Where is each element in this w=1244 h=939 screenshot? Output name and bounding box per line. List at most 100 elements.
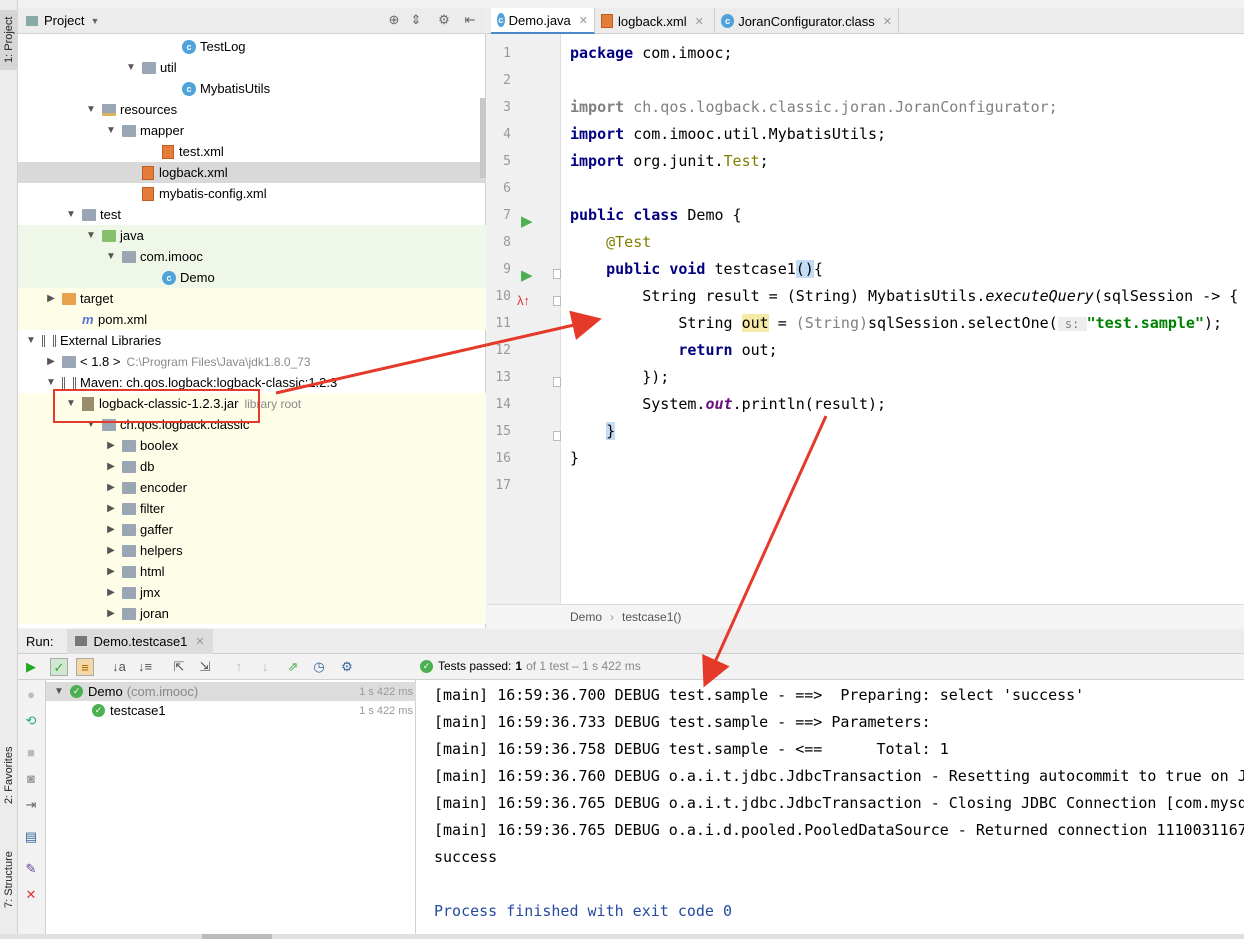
fold-icon[interactable] [553, 269, 561, 279]
project-tree-item[interactable]: c TestLog [18, 36, 486, 57]
run-class-icon[interactable]: ▶ [521, 212, 533, 230]
project-tree-item[interactable]: ▶ encoder [18, 477, 486, 498]
chevron-right-icon[interactable]: ▶ [104, 461, 118, 472]
fold-icon[interactable] [553, 377, 561, 387]
project-tree-item[interactable]: test.xml [18, 141, 486, 162]
camera-icon[interactable]: ◙ [22, 770, 40, 788]
close-icon[interactable]: ✕ [22, 886, 40, 904]
project-tree-item[interactable]: c MybatisUtils [18, 78, 486, 99]
chevron-right-icon[interactable]: ▶ [104, 440, 118, 451]
project-tree-item[interactable]: ▶ db [18, 456, 486, 477]
chevron-down-icon[interactable]: ▼ [124, 62, 138, 73]
chevron-right-icon[interactable]: ▶ [104, 482, 118, 493]
show-ignored-icon[interactable]: ≡ [76, 658, 94, 676]
chevron-down-icon[interactable]: ▼ [84, 230, 98, 241]
export-icon[interactable]: ⇗ [284, 658, 302, 676]
chevron-down-icon[interactable]: ▼ [52, 686, 66, 697]
breadcrumb-item[interactable]: testcase1() [622, 610, 681, 624]
import-icon[interactable]: ⇥ [22, 796, 40, 814]
chevron-down-icon[interactable]: ▼ [44, 377, 58, 388]
project-tree-item[interactable]: ▶ boolex [18, 435, 486, 456]
expand-all-icon[interactable]: ⇱ [170, 658, 188, 676]
project-tree-item[interactable]: ▼ test [18, 204, 486, 225]
test-suite-row[interactable]: ▼ ✓ Demo (com.imooc) 1 s 422 ms [46, 682, 416, 701]
project-tree-item[interactable]: c Demo [18, 267, 486, 288]
chevron-down-icon[interactable]: ▼ [64, 398, 78, 409]
project-tree-item[interactable]: ▶ joran [18, 603, 486, 624]
scrollbar-thumb[interactable] [202, 934, 272, 939]
pin-icon[interactable]: ✎ [22, 860, 40, 878]
project-tree-item[interactable]: ▶ target [18, 288, 486, 309]
chevron-right-icon[interactable]: ▶ [44, 293, 58, 304]
close-icon[interactable]: ✕ [883, 15, 892, 28]
next-icon[interactable]: ↓ [256, 658, 274, 676]
project-tree-item[interactable]: ▶ jmx [18, 582, 486, 603]
structure-tool-tab[interactable]: 7: Structure [0, 840, 18, 920]
project-tree-item[interactable]: ▼ mapper [18, 120, 486, 141]
project-title[interactable]: Project [44, 13, 84, 28]
show-passed-icon[interactable]: ✓ [50, 658, 68, 676]
collapse-all-icon[interactable]: ⇲ [196, 658, 214, 676]
hide-icon[interactable]: ⇤ [462, 12, 478, 28]
rerun-failed-icon[interactable]: ● [22, 686, 40, 704]
project-tree-item[interactable]: ▼ logback-classic-1.2.3.jar library root [18, 393, 486, 414]
project-tree-item[interactable]: ▼ Maven: ch.qos.logback:logback-classic:1… [18, 372, 486, 393]
chevron-down-icon[interactable]: ▼ [90, 16, 99, 26]
toggle-auto-test-icon[interactable]: ⟲ [22, 712, 40, 730]
project-tree-item[interactable]: ▼ util [18, 57, 486, 78]
chevron-down-icon[interactable]: ▼ [64, 209, 78, 220]
console-output[interactable]: [main] 16:59:36.700 DEBUG test.sample - … [417, 680, 1244, 935]
chevron-right-icon[interactable]: ▶ [104, 545, 118, 556]
project-tree-item[interactable]: logback.xml [18, 162, 486, 183]
project-tree-item[interactable]: ▼ com.imooc [18, 246, 486, 267]
tab-demo-java[interactable]: c Demo.java ✕ [491, 8, 595, 34]
project-tree-item[interactable]: mybatis-config.xml [18, 183, 486, 204]
rerun-icon[interactable]: ▶ [22, 658, 40, 676]
project-tree-item[interactable]: ▼ External Libraries [18, 330, 486, 351]
project-tree-item[interactable]: m pom.xml [18, 309, 486, 330]
collapse-icon[interactable]: ⇕ [408, 12, 424, 28]
locate-icon[interactable]: ⊕ [386, 12, 402, 28]
chevron-down-icon[interactable]: ▼ [24, 335, 38, 346]
project-tree-item[interactable]: ▼ ch.qos.logback.classic [18, 414, 486, 435]
close-icon[interactable]: ✕ [195, 635, 204, 648]
breadcrumb-item[interactable]: Demo [570, 610, 602, 624]
scrollbar-thumb[interactable] [480, 98, 486, 178]
gear-icon[interactable]: ⚙ [338, 658, 356, 676]
favorites-tool-tab[interactable]: 2: Favorites [0, 740, 18, 810]
fold-icon[interactable] [553, 296, 561, 306]
chevron-right-icon[interactable]: ▶ [104, 503, 118, 514]
close-icon[interactable]: ✕ [695, 15, 704, 28]
project-tree-item[interactable]: ▶ gaffer [18, 519, 486, 540]
chevron-right-icon[interactable]: ▶ [104, 524, 118, 535]
project-tree-item[interactable]: ▶ html [18, 561, 486, 582]
sort-alpha-icon[interactable]: ↓a [110, 658, 128, 676]
project-tree-item[interactable]: ▶ < 1.8 > C:\Program Files\Java\jdk1.8.0_7… [18, 351, 486, 372]
tab-joranconfigurator-class[interactable]: c JoranConfigurator.class ✕ [715, 8, 899, 34]
chevron-down-icon[interactable]: ▼ [84, 104, 98, 115]
chevron-down-icon[interactable]: ▼ [104, 251, 118, 262]
test-case-row[interactable]: ✓ testcase1 1 s 422 ms [46, 701, 416, 720]
chevron-right-icon[interactable]: ▶ [44, 356, 58, 367]
stop-icon[interactable]: ■ [22, 744, 40, 762]
previous-icon[interactable]: ↑ [230, 658, 248, 676]
tab-logback-xml[interactable]: logback.xml ✕ [595, 8, 715, 34]
project-tree-item[interactable]: ▼ resources [18, 99, 486, 120]
chevron-down-icon[interactable]: ▼ [84, 419, 98, 430]
gear-icon[interactable]: ⚙ [436, 12, 452, 28]
run-test-icon[interactable]: ▶ [521, 266, 533, 284]
chevron-right-icon[interactable]: ▶ [104, 566, 118, 577]
project-tree-item[interactable]: ▼ java [18, 225, 486, 246]
fold-icon[interactable] [553, 431, 561, 441]
chevron-right-icon[interactable]: ▶ [104, 587, 118, 598]
project-tree-item[interactable]: ▶ filter [18, 498, 486, 519]
sort-duration-icon[interactable]: ↓≡ [136, 658, 154, 676]
chevron-right-icon[interactable]: ▶ [104, 608, 118, 619]
history-icon[interactable]: ◷ [310, 658, 328, 676]
close-icon[interactable]: ✕ [579, 14, 588, 27]
run-config-tab[interactable]: Demo.testcase1 ✕ [67, 628, 213, 654]
project-tree-item[interactable]: ▶ helpers [18, 540, 486, 561]
layout-icon[interactable]: ▤ [22, 828, 40, 846]
project-tool-tab[interactable]: 1: Project [0, 10, 18, 70]
chevron-down-icon[interactable]: ▼ [104, 125, 118, 136]
